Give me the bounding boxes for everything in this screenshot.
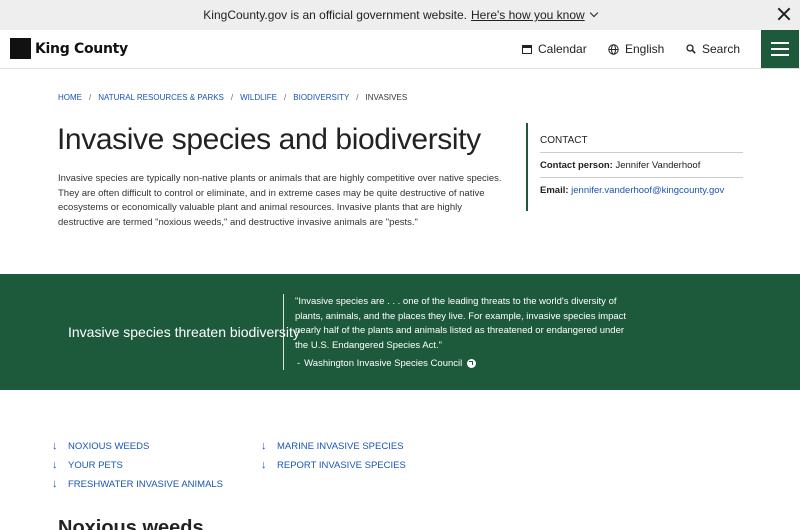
jump-link-report-invasive-species[interactable]: ↓ REPORT INVASIVE SPECIES: [261, 459, 406, 471]
calendar-icon: [522, 45, 532, 54]
language-button[interactable]: English: [608, 42, 664, 56]
contact-person-label: Contact person:: [540, 160, 613, 171]
band-divider: [283, 294, 284, 370]
gov-banner-text: KingCounty.gov is an official government…: [203, 8, 467, 22]
calendar-label: Calendar: [538, 42, 587, 56]
band-title: Invasive species threaten biodiversity: [68, 324, 300, 340]
heres-how-you-know-link[interactable]: Here's how you know: [471, 8, 598, 22]
intro-paragraph: Invasive species are typically non-nativ…: [58, 173, 502, 228]
globe-icon: [608, 43, 619, 55]
arrow-down-icon: ↓: [261, 459, 267, 471]
arrow-down-icon: ↓: [52, 459, 58, 471]
contact-email-label: Email:: [540, 185, 569, 196]
breadcrumb-biodiversity[interactable]: BIODIVERSITY: [293, 93, 349, 102]
king-county-logo[interactable]: King County: [10, 38, 128, 59]
search-label: Search: [702, 42, 741, 56]
contact-email-link[interactable]: jennifer.vanderhoof@kingcounty.gov: [571, 185, 724, 196]
logo-text: King County: [35, 40, 128, 57]
jump-link-label: REPORT INVASIVE SPECIES: [277, 459, 406, 471]
breadcrumb-home[interactable]: HOME: [58, 93, 82, 102]
breadcrumb-separator: /: [89, 93, 92, 102]
chevron-down-icon: [589, 8, 598, 18]
page-title: Invasive species and biodiversity: [57, 123, 481, 156]
breadcrumb-separator: /: [356, 93, 359, 102]
jump-link-your-pets[interactable]: ↓ YOUR PETS: [52, 459, 123, 471]
jump-link-label: MARINE INVASIVE SPECIES: [277, 440, 404, 452]
arrow-down-icon: ↓: [261, 440, 267, 452]
contact-person-name: Jennifer Vanderhoof: [615, 160, 701, 171]
gov-banner: KingCounty.gov is an official government…: [0, 0, 800, 30]
band-attribution: - Washington Invasive Species Council: [297, 358, 477, 369]
breadcrumb-separator: /: [284, 93, 287, 102]
washington-invasive-species-council-link[interactable]: Washington Invasive Species Council: [304, 358, 462, 369]
jump-link-noxious-weeds[interactable]: ↓ NOXIOUS WEEDS: [52, 440, 149, 452]
site-header: King County Calendar English Search: [0, 30, 800, 69]
breadcrumb: HOME / NATURAL RESOURCES & PARKS / WILDL…: [58, 93, 407, 102]
hamburger-menu-icon[interactable]: [761, 30, 799, 68]
jump-link-freshwater-invasive-animals[interactable]: ↓ FRESHWATER INVASIVE ANIMALS: [52, 478, 223, 490]
contact-person-row: Contact person: Jennifer Vanderhoof: [540, 153, 743, 178]
jump-link-marine-invasive-species[interactable]: ↓ MARINE INVASIVE SPECIES: [261, 440, 404, 452]
attribution-prefix: -: [297, 358, 301, 369]
king-county-logo-icon: [10, 38, 31, 59]
band-quote: "Invasive species are . . . one of the l…: [295, 296, 627, 351]
noxious-weeds-heading: Noxious weeds: [58, 517, 204, 530]
quote-band: Invasive species threaten biodiversity "…: [0, 274, 800, 390]
heres-how-you-know-label: Here's how you know: [471, 8, 585, 22]
arrow-down-icon: ↓: [52, 478, 58, 490]
calendar-button[interactable]: Calendar: [522, 42, 587, 56]
contact-heading: CONTACT: [540, 135, 743, 153]
close-icon[interactable]: [777, 7, 791, 21]
search-button[interactable]: Search: [686, 42, 740, 56]
jump-link-label: YOUR PETS: [68, 459, 123, 471]
external-link-icon: [467, 359, 477, 368]
jump-link-label: FRESHWATER INVASIVE ANIMALS: [68, 478, 224, 490]
breadcrumb-current: INVASIVES: [365, 93, 408, 102]
jump-link-label: NOXIOUS WEEDS: [68, 440, 150, 452]
search-icon: [686, 44, 696, 54]
breadcrumb-natural-resources[interactable]: NATURAL RESOURCES & PARKS: [98, 93, 224, 102]
arrow-down-icon: ↓: [52, 440, 58, 452]
language-label: English: [625, 42, 665, 56]
contact-box: CONTACT Contact person: Jennifer Vanderh…: [526, 123, 743, 211]
breadcrumb-wildlife[interactable]: WILDLIFE: [240, 93, 277, 102]
breadcrumb-separator: /: [230, 93, 234, 102]
contact-email-row: Email: jennifer.vanderhoof@kingcounty.go…: [540, 178, 743, 202]
